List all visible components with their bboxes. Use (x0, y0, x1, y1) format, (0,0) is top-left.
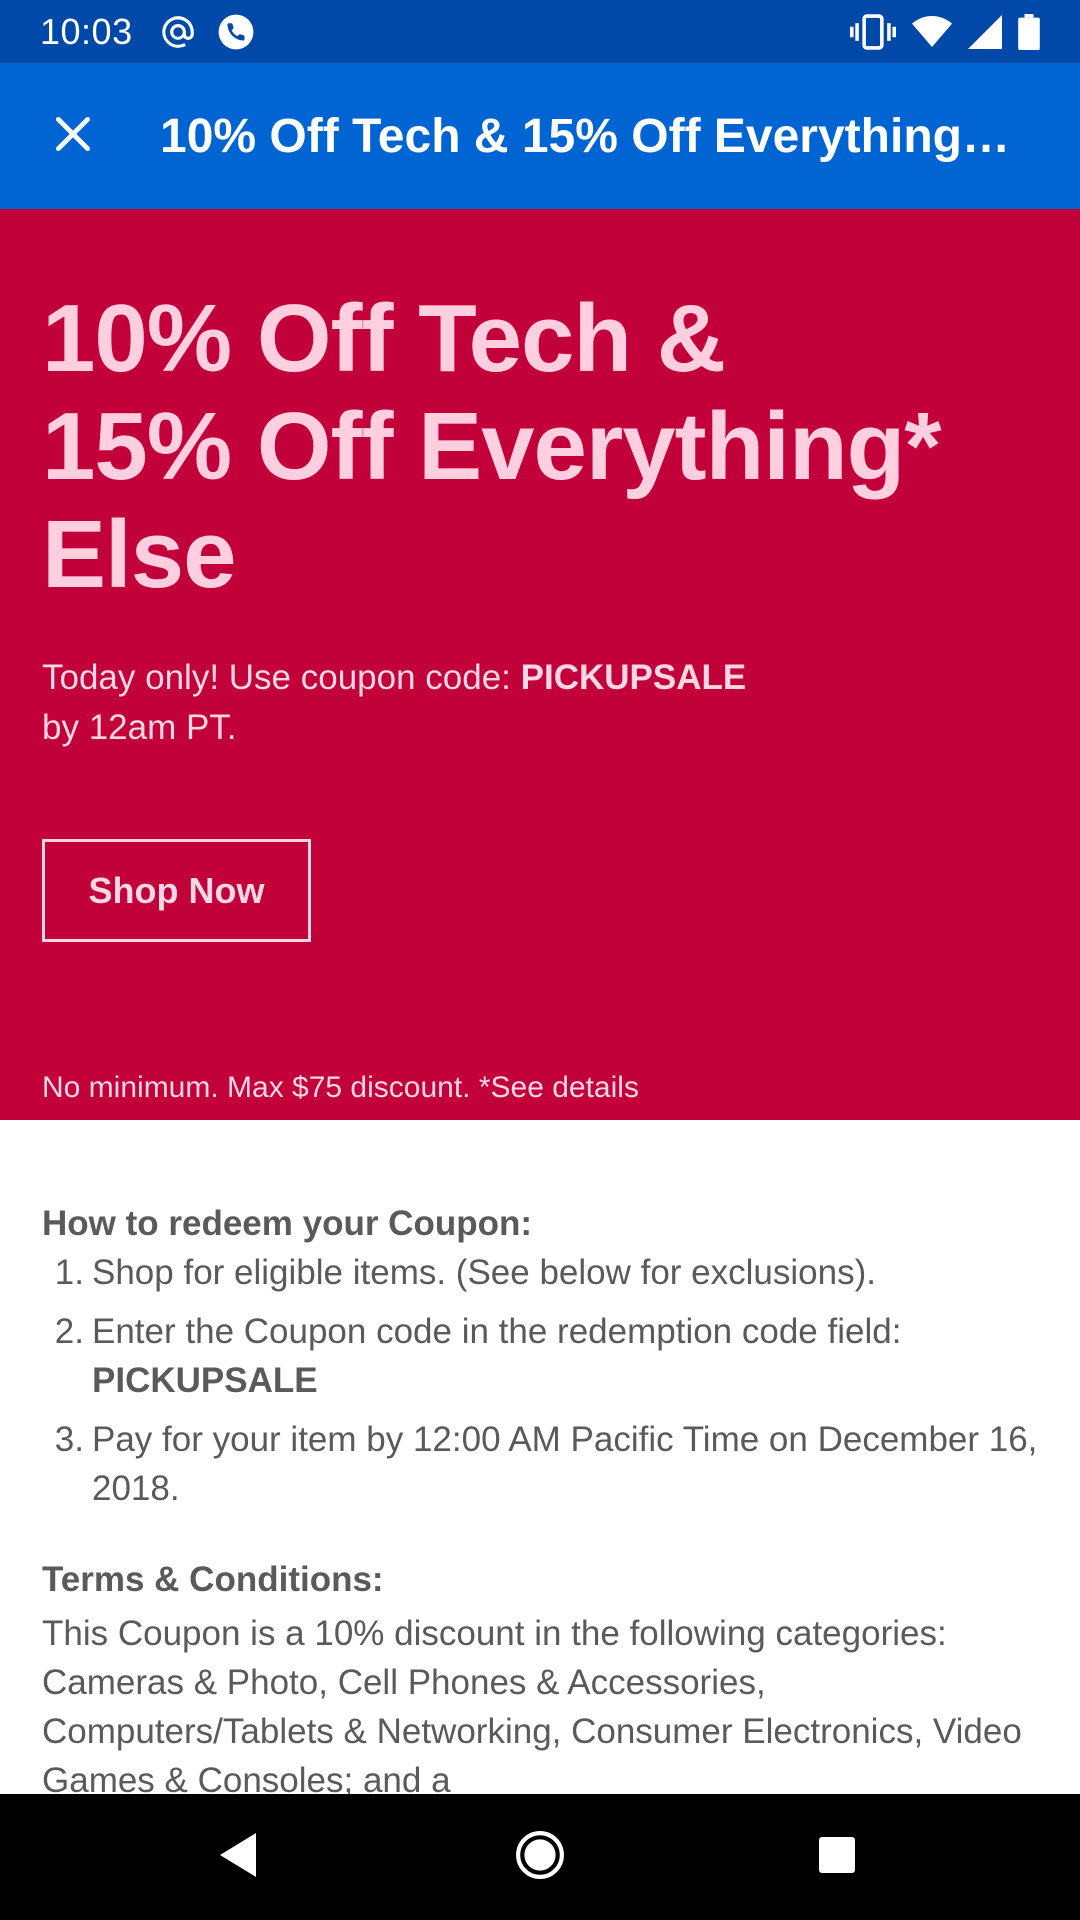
redeem-step: 2. Enter the Coupon code in the redempti… (42, 1307, 1052, 1405)
redeem-step: 3. Pay for your item by 12:00 AM Pacific… (42, 1415, 1052, 1513)
promo-subtext-prefix: Today only! Use coupon code: (42, 658, 521, 697)
promo-headline-line3: Else (42, 501, 236, 608)
terms-heading: Terms & Conditions: (42, 1560, 384, 1599)
promo-banner: 10% Off Tech & 15% Off Everything* Else … (0, 209, 1080, 1120)
home-button[interactable] (465, 1794, 615, 1920)
step-text: Pay for your item by 12:00 AM Pacific Ti… (92, 1420, 1038, 1508)
promo-headline-line2: 15% Off Everything* (42, 393, 942, 500)
redeem-heading: How to redeem your Coupon: (42, 1204, 532, 1243)
terms-body: This Coupon is a 10% discount in the fol… (42, 1614, 1022, 1794)
step-text: Shop for eligible items. (See below for … (92, 1253, 876, 1292)
status-right-icons (850, 13, 1040, 50)
status-left-icons (159, 13, 255, 51)
recents-button[interactable] (762, 1794, 912, 1920)
page-title: 10% Off Tech & 15% Off Everything… (160, 109, 1010, 163)
promo-fine-print[interactable]: No minimum. Max $75 discount. *See detai… (42, 1071, 639, 1105)
status-time: 10:03 (40, 10, 133, 52)
step-coupon-code: PICKUPSALE (92, 1361, 318, 1400)
cell-signal-icon (968, 14, 1002, 49)
step-number: 2. (54, 1312, 84, 1351)
step-text: Enter the Coupon code in the redemption … (92, 1307, 1052, 1405)
wifi-icon (912, 15, 952, 49)
coupon-details: How to redeem your Coupon: 1. Shop for e… (0, 1120, 1080, 1794)
close-button[interactable] (0, 63, 146, 209)
back-triangle-icon (216, 1831, 260, 1884)
app-bar: 10% Off Tech & 15% Off Everything… (0, 63, 1080, 209)
at-sign-icon (159, 13, 197, 51)
phone-call-icon (217, 13, 255, 51)
promo-headline: 10% Off Tech & 15% Off Everything* Else (42, 285, 1042, 609)
step-text-body: Enter the Coupon code in the redemption … (92, 1312, 902, 1351)
home-circle-icon (515, 1830, 565, 1885)
promo-subtext-suffix: by 12am PT. (42, 708, 237, 747)
recents-square-icon (817, 1835, 857, 1880)
coupon-code: PICKUPSALE (520, 658, 747, 697)
close-icon (51, 112, 95, 161)
promo-headline-line1: 10% Off Tech & (42, 285, 726, 392)
promo-subtext: Today only! Use coupon code: PICKUPSALE … (42, 653, 1042, 753)
back-button[interactable] (163, 1794, 313, 1920)
shop-now-button[interactable]: Shop Now (42, 839, 311, 942)
step-number: 3. (54, 1420, 84, 1459)
status-bar: 10:03 (0, 0, 1080, 63)
redeem-step: 1. Shop for eligible items. (See below f… (42, 1248, 1052, 1297)
vibrate-icon (850, 13, 896, 50)
battery-icon (1018, 13, 1040, 50)
step-number: 1. (54, 1253, 84, 1292)
redeem-steps: 1. Shop for eligible items. (See below f… (42, 1248, 1052, 1523)
system-nav-bar (0, 1794, 1080, 1920)
